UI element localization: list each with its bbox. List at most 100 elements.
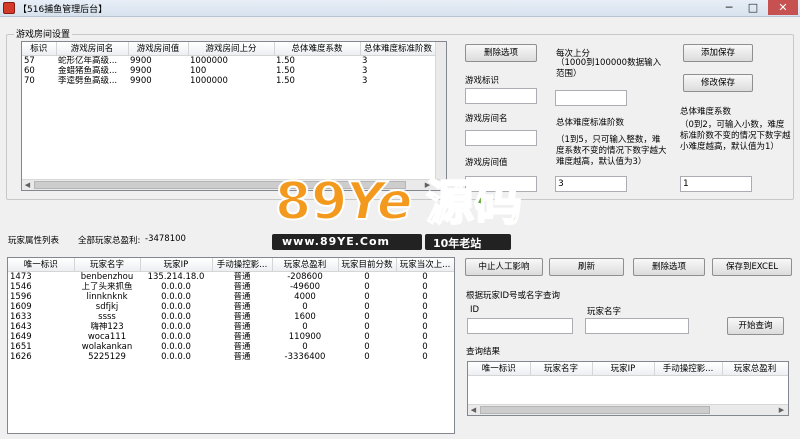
player-cell: 1596 bbox=[10, 291, 32, 302]
query-id-input[interactable] bbox=[467, 318, 573, 334]
room-col-header[interactable]: 游戏房间值 bbox=[128, 42, 189, 56]
room-cell: 1000000 bbox=[190, 55, 228, 66]
player-row[interactable]: 1609 sdfjkj 0.0.0.0 普通 0 0 0 bbox=[8, 302, 454, 312]
modify-save-button[interactable]: 修改保存 bbox=[683, 74, 753, 92]
result-col-header[interactable]: 玩家总盈利 bbox=[722, 362, 788, 376]
query-result-grid[interactable]: 唯一标识 玩家名字 玩家IP 手动操控影... 玩家总盈利 ◀ ▶ bbox=[467, 361, 789, 416]
room-col-header[interactable]: 总体难度系数 bbox=[274, 42, 361, 56]
player-row[interactable]: 1633 ssss 0.0.0.0 普通 1600 0 0 bbox=[8, 312, 454, 322]
maximize-button[interactable]: □ bbox=[742, 0, 764, 15]
query-id-label: ID bbox=[470, 305, 480, 315]
window-title: 【516捕鱼管理后台】 bbox=[18, 5, 108, 15]
room-grid[interactable]: 标识 游戏房间名 游戏房间值 游戏房间上分 总体难度系数 总体难度标准阶数 57… bbox=[21, 41, 447, 191]
player-row[interactable]: 1473 benbenzhou 135.214.18.0 普通 -208600 0 0 bbox=[8, 271, 454, 282]
title-bar: 【516捕鱼管理后台】 ─ □ ✕ bbox=[0, 0, 800, 17]
scroll-left-icon[interactable]: ◀ bbox=[22, 180, 33, 190]
player-cell: 0.0.0.0 bbox=[161, 341, 191, 352]
player-col-header[interactable]: 玩家名字 bbox=[74, 258, 141, 272]
room-row[interactable]: 60 金蜡猪鱼高级... 9900 100 1.50 3 bbox=[22, 66, 436, 76]
room-delete-button[interactable]: 删除选项 bbox=[465, 44, 537, 62]
room-col-header[interactable]: 标识 bbox=[22, 42, 57, 56]
query-result-label: 查询结果 bbox=[466, 347, 501, 357]
player-row[interactable]: 1596 linnknknk 0.0.0.0 普通 4000 0 0 bbox=[8, 292, 454, 302]
scroll-thumb[interactable] bbox=[480, 406, 710, 414]
refresh-button[interactable]: 刷新 bbox=[549, 258, 624, 276]
room-cell: 1.50 bbox=[276, 75, 295, 86]
room-id-input[interactable] bbox=[465, 88, 537, 104]
player-cell: 0 bbox=[364, 271, 370, 282]
player-cell: 4000 bbox=[294, 291, 316, 302]
player-cell: -3336400 bbox=[284, 351, 326, 362]
player-row[interactable]: 1643 嗨神123 0.0.0.0 普通 0 0 0 bbox=[8, 322, 454, 332]
room-col-header[interactable]: 游戏房间名 bbox=[56, 42, 129, 56]
room-col-header[interactable]: 总体难度标准阶数 bbox=[360, 42, 437, 56]
player-cell: 上了头来抓鱼 bbox=[81, 281, 133, 292]
std-input[interactable]: 3 bbox=[555, 176, 627, 192]
save-excel-button[interactable]: 保存到EXCEL bbox=[712, 258, 792, 276]
player-col-header[interactable]: 玩家总盈利 bbox=[272, 258, 339, 272]
room-row[interactable]: 57 蛇形亿年高级... 9900 1000000 1.50 3 bbox=[22, 55, 436, 66]
room-settings-label: 游戏房间设置 bbox=[14, 27, 73, 40]
room-cell: 3 bbox=[362, 55, 368, 66]
room-cell: 60 bbox=[24, 65, 35, 76]
room-cell: 李逵劈鱼高级... bbox=[58, 75, 118, 86]
player-cell: -208600 bbox=[287, 271, 323, 282]
total-profit-value: -3478100 bbox=[145, 234, 186, 244]
player-cell: 普通 bbox=[233, 311, 251, 322]
room-col-header[interactable]: 游戏房间上分 bbox=[188, 42, 275, 56]
result-grid-hscroll[interactable]: ◀ ▶ bbox=[468, 404, 788, 415]
player-cell: 普通 bbox=[233, 331, 251, 342]
player-cell: 0 bbox=[364, 311, 370, 322]
scroll-right-icon[interactable]: ▶ bbox=[422, 180, 433, 190]
player-col-header[interactable]: 玩家当次上... bbox=[396, 258, 454, 272]
player-cell: -49600 bbox=[289, 281, 321, 292]
minimize-button[interactable]: ─ bbox=[718, 0, 740, 15]
scroll-thumb[interactable] bbox=[34, 181, 406, 189]
scroll-right-icon[interactable]: ▶ bbox=[776, 405, 787, 415]
player-cell: wolakankan bbox=[81, 341, 133, 352]
room-name-input[interactable] bbox=[465, 130, 537, 146]
result-col-header[interactable]: 玩家IP bbox=[592, 362, 655, 376]
result-col-header[interactable]: 玩家名字 bbox=[530, 362, 593, 376]
watermark-url-band: www.89YE.Com bbox=[272, 234, 422, 250]
std-hint: （1到5，只可输入整数，难度系数不变的情况下数字越大难度越高，默认值为3） bbox=[556, 135, 667, 167]
stop-manual-button[interactable]: 中止人工影响 bbox=[465, 258, 543, 276]
room-row[interactable]: 70 李逵劈鱼高级... 9900 1000000 1.50 3 bbox=[22, 76, 436, 86]
result-col-header[interactable]: 手动操控影... bbox=[654, 362, 723, 376]
player-col-header[interactable]: 玩家目前分数 bbox=[338, 258, 397, 272]
room-grid-vscroll[interactable] bbox=[435, 42, 446, 179]
scroll-left-icon[interactable]: ◀ bbox=[468, 405, 479, 415]
room-table: 标识 游戏房间名 游戏房间值 游戏房间上分 总体难度系数 总体难度标准阶数 57… bbox=[22, 42, 437, 86]
room-id-label: 游戏标识 bbox=[465, 76, 500, 86]
player-grid[interactable]: 唯一标识 玩家名字 玩家IP 手动操控影... 玩家总盈利 玩家目前分数 玩家当… bbox=[7, 257, 455, 434]
add-save-button[interactable]: 添加保存 bbox=[683, 44, 753, 62]
query-title: 根据玩家ID号或名字查询 bbox=[466, 291, 561, 301]
start-query-button[interactable]: 开始查询 bbox=[727, 317, 784, 335]
player-row[interactable]: 1546 上了头来抓鱼 0.0.0.0 普通 -49600 0 0 bbox=[8, 282, 454, 292]
player-row[interactable]: 1651 wolakankan 0.0.0.0 普通 0 0 0 bbox=[8, 342, 454, 352]
player-cell: 0 bbox=[422, 331, 428, 342]
player-cell: 0 bbox=[302, 321, 308, 332]
query-name-input[interactable] bbox=[585, 318, 689, 334]
player-col-header[interactable]: 唯一标识 bbox=[8, 258, 75, 272]
player-cell: 嗨神123 bbox=[90, 321, 124, 332]
coef-input[interactable]: 1 bbox=[680, 176, 752, 192]
player-cell: 普通 bbox=[233, 301, 251, 312]
watermark-slogan-band: 10年老站 bbox=[425, 234, 511, 250]
upper-input[interactable] bbox=[555, 90, 627, 106]
player-delete-button[interactable]: 删除选项 bbox=[633, 258, 705, 276]
player-row[interactable]: 1626 5225129 0.0.0.0 普通 -3336400 0 0 bbox=[8, 352, 454, 362]
room-cell: 1000000 bbox=[190, 75, 228, 86]
player-cell: 0 bbox=[422, 281, 428, 292]
player-col-header[interactable]: 手动操控影... bbox=[212, 258, 273, 272]
player-col-header[interactable]: 玩家IP bbox=[140, 258, 213, 272]
player-cell: 0 bbox=[364, 301, 370, 312]
room-cell: 1.50 bbox=[276, 65, 295, 76]
result-col-header[interactable]: 唯一标识 bbox=[468, 362, 531, 376]
room-value-input[interactable] bbox=[465, 176, 537, 192]
room-value-label: 游戏房间值 bbox=[465, 158, 508, 168]
room-grid-hscroll[interactable]: ◀ ▶ bbox=[22, 179, 446, 190]
player-row[interactable]: 1649 woca111 0.0.0.0 普通 110900 0 0 bbox=[8, 332, 454, 342]
close-button[interactable]: ✕ bbox=[768, 0, 798, 15]
room-cell: 1.50 bbox=[276, 55, 295, 66]
